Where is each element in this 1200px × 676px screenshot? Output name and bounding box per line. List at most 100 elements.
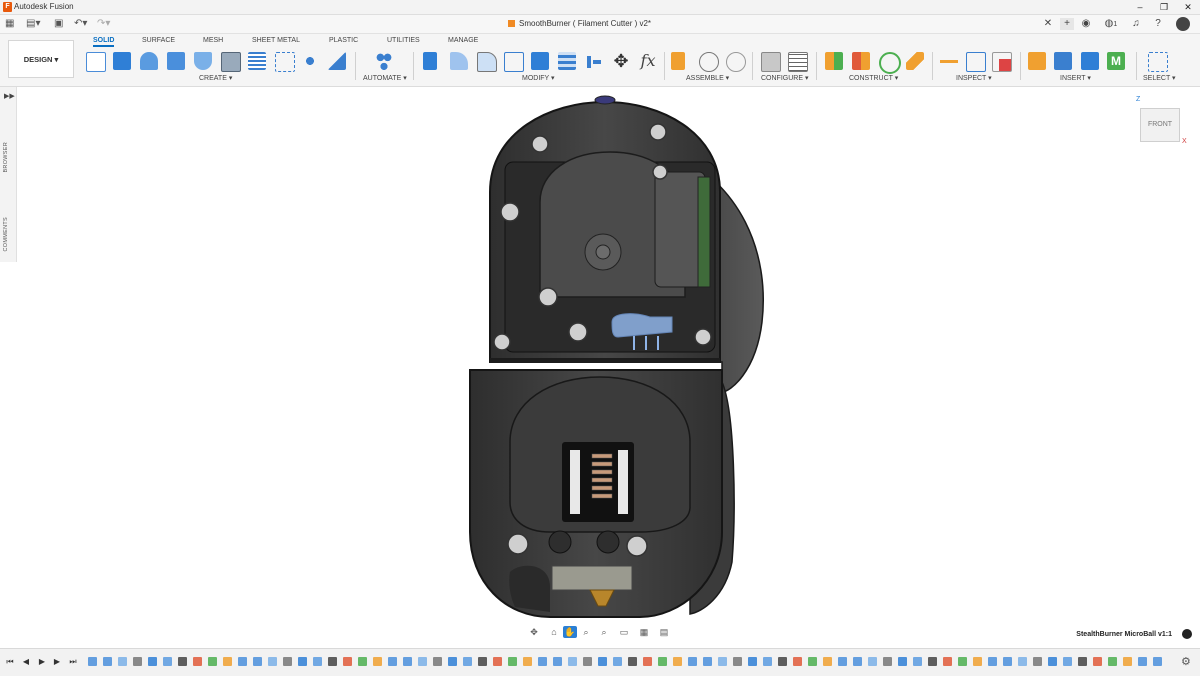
mirror-icon[interactable] [328, 52, 346, 70]
plane-at-angle-icon[interactable] [852, 52, 870, 70]
timeline-feature-icon[interactable] [313, 657, 322, 666]
close-tab-icon[interactable]: ✕ [1042, 18, 1054, 30]
timeline-feature-icon[interactable] [463, 657, 472, 666]
job-status-icon[interactable]: ◉ [1080, 18, 1092, 30]
step-back-icon[interactable]: ◀ [21, 656, 31, 668]
tab-sheet-metal[interactable]: SHEET METAL [252, 37, 300, 44]
comments-panel-label[interactable]: COMMENTS [3, 217, 9, 251]
timeline-feature-icon[interactable] [208, 657, 217, 666]
timeline-feature-icon[interactable] [418, 657, 427, 666]
timeline-feature-icon[interactable] [148, 657, 157, 666]
file-menu-icon[interactable]: ▤▾ [26, 18, 40, 30]
play-icon[interactable]: ▶ [37, 656, 47, 668]
fit-icon[interactable]: ⌕ [597, 626, 611, 638]
timeline-feature-icon[interactable] [388, 657, 397, 666]
new-tab-icon[interactable]: + [1060, 18, 1074, 30]
timeline-feature-icon[interactable] [718, 657, 727, 666]
timeline-feature-icon[interactable] [133, 657, 142, 666]
timeline-feature-icon[interactable] [703, 657, 712, 666]
automate-group-label[interactable]: AUTOMATE ▾ [363, 74, 407, 82]
insert-canvas-icon[interactable] [1054, 52, 1072, 70]
tab-utilities[interactable]: UTILITIES [387, 37, 420, 44]
timeline-feature-icon[interactable] [223, 657, 232, 666]
configure-group-label[interactable]: CONFIGURE ▾ [761, 74, 808, 82]
timeline-feature-icon[interactable] [523, 657, 532, 666]
timeline-feature-icon[interactable] [1123, 657, 1132, 666]
parameters-fx-icon[interactable]: fx [639, 52, 657, 70]
modify-group-label[interactable]: MODIFY ▾ [522, 74, 555, 82]
timeline-feature-icon[interactable] [88, 657, 97, 666]
sweep-icon[interactable] [167, 52, 185, 70]
viewcube-front-face[interactable]: FRONT [1140, 108, 1180, 142]
fusion-status-icon[interactable] [1182, 629, 1192, 639]
timeline-feature-icon[interactable] [448, 657, 457, 666]
timeline-feature-icon[interactable] [358, 657, 367, 666]
timeline-feature-icon[interactable] [1033, 657, 1042, 666]
timeline-feature-icon[interactable] [538, 657, 547, 666]
display-settings-icon[interactable]: ▭ [617, 626, 631, 638]
joint-icon[interactable] [699, 52, 719, 72]
timeline-feature-icon[interactable] [373, 657, 382, 666]
viewcube[interactable]: Z FRONT X [1130, 96, 1190, 151]
step-forward-icon[interactable]: ▶ [52, 656, 62, 668]
timeline-feature-icon[interactable] [883, 657, 892, 666]
select-group-label[interactable]: SELECT ▾ [1143, 74, 1176, 82]
timeline-feature-icon[interactable] [838, 657, 847, 666]
undo-icon[interactable]: ↶▾ [74, 18, 87, 30]
timeline-feature-icon[interactable] [733, 657, 742, 666]
combine-icon[interactable] [531, 52, 549, 70]
timeline-feature-icon[interactable] [928, 657, 937, 666]
assemble-group-label[interactable]: ASSEMBLE ▾ [686, 74, 729, 82]
grid-settings-icon[interactable]: ▦ [637, 626, 651, 638]
align-icon[interactable] [585, 52, 603, 70]
as-built-joint-icon[interactable] [726, 52, 746, 72]
go-to-start-icon[interactable]: ⏮ [5, 656, 15, 668]
insert-group-label[interactable]: INSERT ▾ [1060, 74, 1091, 82]
automate-icon[interactable] [375, 52, 393, 70]
timeline-feature-icon[interactable] [1078, 657, 1087, 666]
timeline-feature-icon[interactable] [748, 657, 757, 666]
pan-hand-icon[interactable]: ✋ [563, 626, 577, 638]
timeline-feature-icon[interactable] [778, 657, 787, 666]
timeline-feature-icon[interactable] [628, 657, 637, 666]
timeline-feature-icon[interactable] [493, 657, 502, 666]
timeline-feature-icon[interactable] [973, 657, 982, 666]
axis-icon[interactable] [879, 52, 901, 74]
tab-mesh[interactable]: MESH [203, 37, 223, 44]
timeline-feature-icon[interactable] [658, 657, 667, 666]
document-tab[interactable]: SmoothBurner ( Filament Cutter ) v2* [508, 15, 651, 33]
construct-group-label[interactable]: CONSTRUCT ▾ [849, 74, 898, 82]
minimize-button[interactable]: – [1128, 0, 1152, 14]
orbit-icon[interactable]: ✥ [527, 626, 541, 638]
timeline-feature-icon[interactable] [238, 657, 247, 666]
browser-panel-label[interactable]: BROWSER [3, 142, 9, 173]
timeline-feature-icon[interactable] [178, 657, 187, 666]
viewports-icon[interactable]: ▤ [657, 626, 671, 638]
timeline-feature-icon[interactable] [403, 657, 412, 666]
mcmaster-carr-icon[interactable]: M [1107, 52, 1125, 70]
point-icon[interactable] [906, 52, 924, 70]
create-sketch-icon[interactable] [86, 52, 106, 72]
new-component-icon[interactable] [671, 52, 685, 70]
circular-pattern-icon[interactable] [301, 52, 319, 70]
timeline-feature-icon[interactable] [1063, 657, 1072, 666]
timeline-feature-icon[interactable] [1048, 657, 1057, 666]
hole-icon[interactable] [221, 52, 241, 72]
timeline-feature-icon[interactable] [1018, 657, 1027, 666]
timeline-feature-icon[interactable] [1108, 657, 1117, 666]
timeline-feature-icon[interactable] [1093, 657, 1102, 666]
viewport-model[interactable] [440, 92, 780, 622]
timeline-feature-icon[interactable] [103, 657, 112, 666]
fillet-icon[interactable] [450, 52, 468, 70]
timeline-settings-gear-icon[interactable]: ⚙ [1181, 655, 1191, 668]
timeline-feature-icon[interactable] [298, 657, 307, 666]
timeline-feature-icon[interactable] [433, 657, 442, 666]
timeline-feature-icon[interactable] [613, 657, 622, 666]
look-at-icon[interactable]: ⌂ [547, 626, 561, 638]
tab-solid[interactable]: SOLID [93, 37, 115, 47]
tab-plastic[interactable]: PLASTIC [329, 37, 358, 44]
go-to-end-icon[interactable]: ⏭ [68, 656, 78, 668]
timeline-feature-icon[interactable] [913, 657, 922, 666]
timeline-feature-icon[interactable] [283, 657, 292, 666]
timeline-feature-icon[interactable] [343, 657, 352, 666]
